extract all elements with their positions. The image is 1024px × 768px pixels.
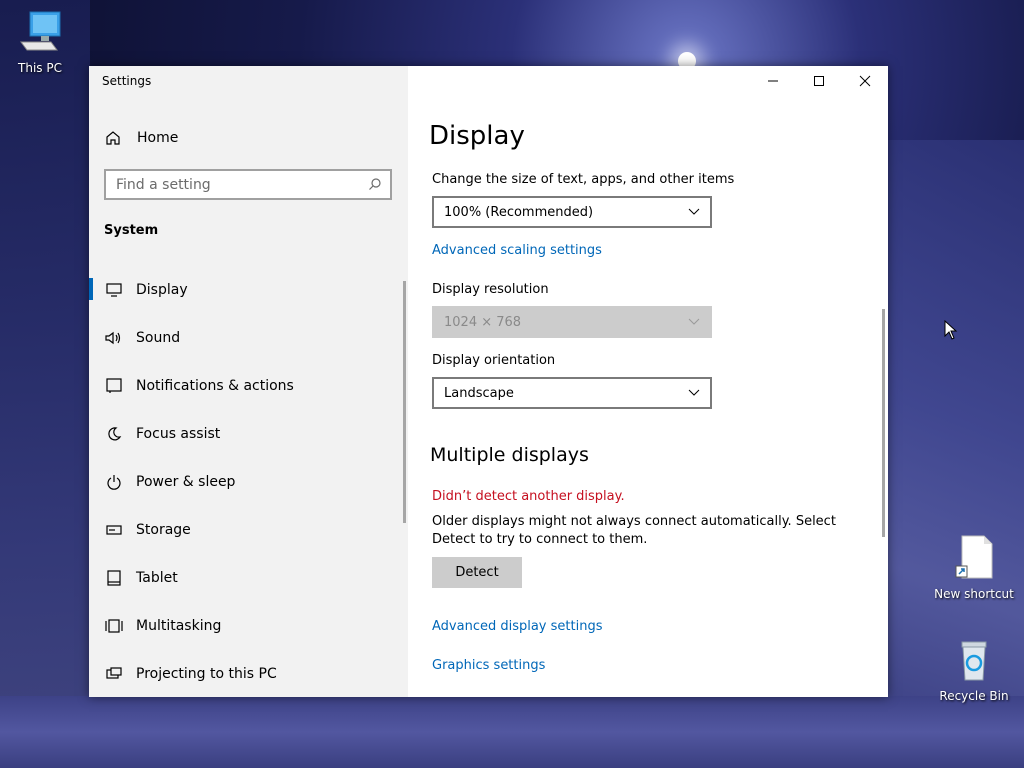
desktop-icon-label: This PC [18, 61, 62, 75]
chevron-down-icon [688, 318, 700, 325]
close-icon [859, 75, 871, 87]
home-label: Home [137, 130, 179, 146]
multiple-displays-description: Older displays might not always connect … [432, 514, 836, 547]
close-button[interactable] [842, 66, 888, 96]
resolution-label: Display resolution [432, 282, 549, 297]
desktop-icon-new-shortcut[interactable]: New shortcut [934, 534, 1014, 601]
desktop-icon-label: New shortcut [934, 587, 1014, 601]
sidebar-item-label: Projecting to this PC [136, 666, 277, 682]
orientation-dropdown[interactable]: Landscape [432, 377, 712, 409]
this-pc-icon [0, 10, 80, 57]
desktop-icon-this-pc[interactable]: This PC [0, 10, 80, 75]
shortcut-file-icon [934, 534, 1014, 583]
minimize-icon [768, 80, 778, 82]
storage-icon [105, 524, 123, 536]
maximize-button[interactable] [796, 66, 842, 96]
content-scrollbar[interactable] [882, 309, 885, 537]
resolution-dropdown: 1024 × 768 [432, 306, 712, 338]
sidebar-item-label: Notifications & actions [136, 378, 294, 394]
sidebar-item-sound[interactable]: Sound [89, 314, 408, 362]
sidebar-item-focus-assist[interactable]: Focus assist [89, 410, 408, 458]
power-icon [105, 474, 123, 490]
sidebar-item-notifications[interactable]: Notifications & actions [89, 362, 408, 410]
desktop-icon-recycle-bin[interactable]: Recycle Bin [934, 638, 1014, 703]
tablet-icon [105, 570, 123, 586]
search-icon[interactable] [368, 177, 382, 195]
window-title: Settings [102, 74, 152, 88]
desktop-icon-label: Recycle Bin [939, 689, 1009, 703]
no-display-warning: Didn’t detect another display. [432, 489, 625, 504]
sidebar-item-projecting[interactable]: Projecting to this PC [89, 650, 408, 698]
section-label-system: System [104, 223, 159, 238]
detect-button[interactable]: Detect [432, 557, 522, 588]
speaker-icon [105, 331, 123, 345]
sidebar-item-power-sleep[interactable]: Power & sleep [89, 458, 408, 506]
sidebar-item-label: Sound [136, 330, 181, 346]
graphics-settings-link[interactable]: Graphics settings [432, 658, 545, 673]
recycle-bin-icon [934, 638, 1014, 685]
chevron-down-icon [688, 389, 700, 396]
minimize-button[interactable] [750, 66, 796, 96]
sidebar-item-label: Display [136, 282, 188, 298]
monitor-icon [105, 283, 123, 297]
notification-icon [105, 378, 123, 394]
settings-sidebar: Settings Home System Display [89, 66, 408, 697]
sidebar-item-display[interactable]: Display [89, 266, 408, 314]
sidebar-item-multitasking[interactable]: Multitasking [89, 602, 408, 650]
sidebar-home[interactable]: Home [89, 124, 408, 152]
chevron-down-icon [688, 208, 700, 215]
advanced-scaling-link[interactable]: Advanced scaling settings [432, 243, 602, 258]
sidebar-scrollbar[interactable] [403, 281, 406, 523]
multiple-displays-heading: Multiple displays [430, 444, 589, 466]
sidebar-item-storage[interactable]: Storage [89, 506, 408, 554]
settings-window: Settings Home System Display [89, 66, 888, 697]
desktop-wallpaper-bottom [0, 696, 1024, 768]
desktop-wallpaper-left [0, 0, 90, 768]
sidebar-item-tablet[interactable]: Tablet [89, 554, 408, 602]
advanced-display-link[interactable]: Advanced display settings [432, 619, 602, 634]
sidebar-item-label: Storage [136, 522, 191, 538]
scale-dropdown[interactable]: 100% (Recommended) [432, 196, 712, 228]
page-title: Display [429, 121, 525, 151]
scale-value: 100% (Recommended) [444, 204, 594, 220]
sidebar-item-label: Focus assist [136, 426, 221, 442]
sidebar-item-label: Multitasking [136, 618, 222, 634]
home-icon [105, 130, 123, 146]
search-input[interactable] [116, 176, 356, 193]
resolution-value: 1024 × 768 [444, 314, 522, 330]
settings-content: Display Change the size of text, apps, a… [408, 66, 888, 697]
sidebar-item-label: Tablet [136, 570, 178, 586]
projecting-icon [105, 667, 123, 681]
moon-icon [105, 426, 123, 442]
caption-buttons [750, 66, 888, 96]
sidebar-item-label: Power & sleep [136, 474, 236, 490]
scale-label: Change the size of text, apps, and other… [432, 172, 735, 187]
orientation-label: Display orientation [432, 353, 556, 368]
search-box[interactable] [104, 169, 392, 200]
multitasking-icon [105, 618, 123, 634]
mouse-cursor-icon [944, 320, 958, 340]
sidebar-nav: Display Sound Notifications & actions Fo… [89, 266, 408, 698]
orientation-value: Landscape [444, 385, 514, 401]
maximize-icon [814, 76, 824, 86]
